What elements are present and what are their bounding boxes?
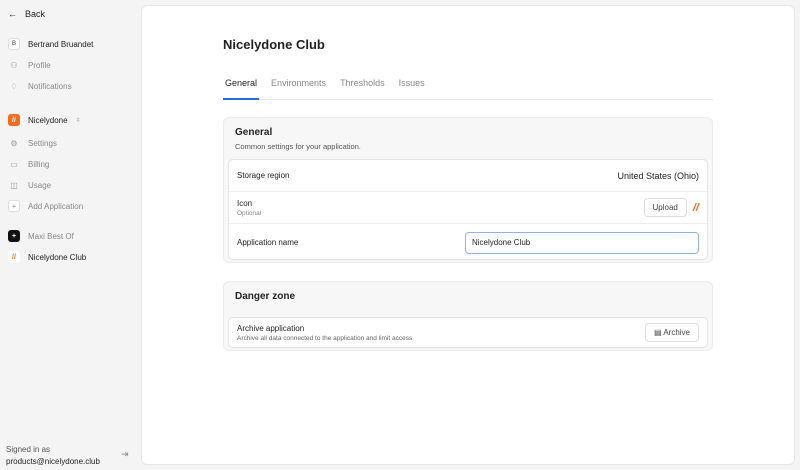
danger-zone-card: Danger zone Archive application Archive a… [223,281,713,351]
general-title: General [235,127,273,138]
bell-icon: ♢ [10,81,18,91]
tab-issues[interactable]: Issues [397,78,427,100]
signed-in-info: Signed in as products@nicelydone.club [6,445,100,466]
sidebar-item-profile[interactable]: ⚇ Profile [8,59,50,71]
logout-icon[interactable]: ⇥ [121,449,129,460]
card-icon: ▭ [10,159,18,169]
application-name-input[interactable] [465,231,699,254]
main-panel: Nicelydone Club General Environments Thr… [141,5,795,465]
sidebar-app-nicelydone-club[interactable]: //Nicelydone Club [8,251,86,263]
user-item[interactable]: B Bertrand Bruandet [8,38,93,50]
page-title: Nicelydone Club [223,37,325,52]
storage-region-value: United States (Ohio) [617,170,699,181]
gear-icon: ⚙ [10,138,18,148]
application-name-row: Application name [229,224,707,261]
sidebar-item-settings[interactable]: ⚙ Settings [8,137,57,149]
usage-icon: ◫ [10,180,18,190]
user-avatar: B [8,38,20,50]
general-subtitle: Common settings for your application. [235,142,361,151]
storage-region-row: Storage region United States (Ohio) [229,160,707,192]
app-icon-preview: // [692,201,699,214]
nicelydone-logo-icon: // [8,114,20,126]
upload-button[interactable]: Upload [643,198,687,217]
archive-button[interactable]: ▤ Archive [644,323,699,342]
sidebar-item-billing[interactable]: ▭ Billing [8,158,49,170]
general-card: General Common settings for your applica… [223,117,713,263]
sidebar-item-add-application[interactable]: + Add Application [8,200,83,212]
nicelydone-app-icon: // [8,251,20,263]
archive-row: Archive application Archive all data conn… [229,318,707,347]
sidebar: ← Back B Bertrand Bruandet ⚇ Profile ♢ Notif… [0,0,140,470]
tab-environments[interactable]: Environments [269,78,328,100]
icon-row: Icon Optional Upload// [229,192,707,224]
sidebar-item-usage[interactable]: ◫ Usage [8,179,51,191]
arrow-left-icon: ← [8,9,17,19]
plus-icon: + [8,200,20,212]
tab-general[interactable]: General [223,78,260,100]
chevron-updown-icon: ⇳ [75,117,81,124]
maxi-app-icon: + [8,230,20,242]
archive-icon: ▤ [653,328,664,337]
sidebar-app-maxi-best-of[interactable]: + Maxi Best Of [8,230,74,242]
org-switcher[interactable]: //Nicelydone ⇳ [8,114,81,126]
tab-thresholds[interactable]: Thresholds [338,78,387,100]
sidebar-item-notifications[interactable]: ♢ Notifications [8,80,71,92]
person-icon: ⚇ [10,60,18,70]
danger-zone-title: Danger zone [235,291,296,302]
back-link[interactable]: ← Back [8,9,45,19]
tabs: General Environments Thresholds Issues [223,78,713,100]
